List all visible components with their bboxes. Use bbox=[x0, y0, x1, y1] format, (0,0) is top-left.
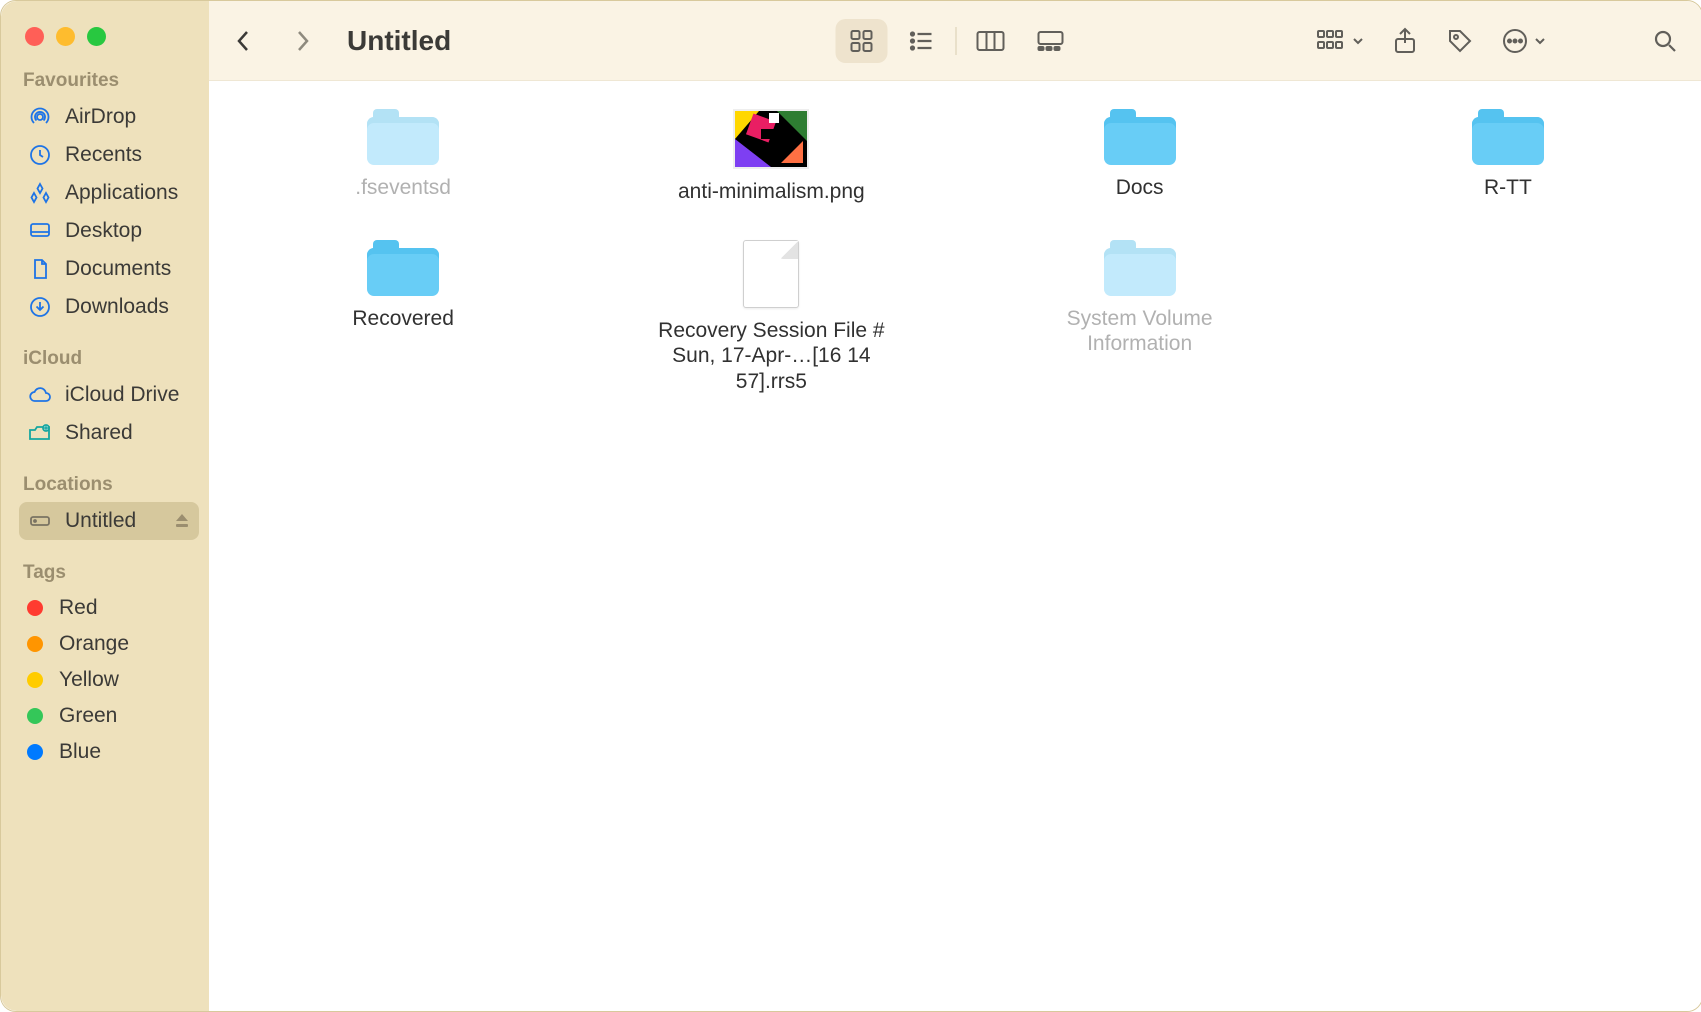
gallery-view-button[interactable] bbox=[1024, 19, 1076, 63]
section-favourites-label: Favourites bbox=[23, 70, 199, 92]
sidebar-item-label: AirDrop bbox=[65, 105, 136, 129]
folder-icon bbox=[367, 109, 439, 165]
forward-button[interactable] bbox=[283, 22, 321, 60]
back-button[interactable] bbox=[225, 22, 263, 60]
section-icloud-label: iCloud bbox=[23, 348, 199, 370]
group-by-button[interactable] bbox=[1316, 19, 1364, 63]
sidebar-item-recents[interactable]: Recents bbox=[19, 136, 199, 174]
toolbar-left: Untitled bbox=[225, 22, 451, 60]
file-name: R-TT bbox=[1484, 175, 1532, 200]
tag-label: Yellow bbox=[59, 668, 119, 692]
column-view-button[interactable] bbox=[964, 19, 1016, 63]
sidebar-item-shared[interactable]: Shared bbox=[19, 414, 199, 452]
finder-window: Favourites AirDrop Recents Applications … bbox=[0, 0, 1701, 1012]
file-name: Recovered bbox=[352, 306, 454, 331]
file-item[interactable]: anti-minimalism.png bbox=[587, 109, 955, 204]
sidebar-item-label: Untitled bbox=[65, 509, 136, 533]
icon-grid: .fseventsd anti-minimalism.png Docs bbox=[219, 109, 1692, 394]
file-name: .fseventsd bbox=[355, 175, 451, 200]
section-tags-label: Tags bbox=[23, 562, 199, 584]
tag-dot-icon bbox=[27, 708, 43, 724]
list-view-button[interactable] bbox=[895, 19, 947, 63]
file-item[interactable]: System Volume Information bbox=[956, 240, 1324, 394]
drive-icon bbox=[27, 508, 53, 534]
document-file-icon bbox=[743, 240, 799, 308]
airdrop-icon bbox=[27, 104, 53, 130]
clock-icon bbox=[27, 142, 53, 168]
sidebar: Favourites AirDrop Recents Applications … bbox=[1, 1, 209, 1011]
sidebar-item-documents[interactable]: Documents bbox=[19, 250, 199, 288]
window-title: Untitled bbox=[347, 25, 451, 57]
sidebar-item-label: Desktop bbox=[65, 219, 142, 243]
share-button[interactable] bbox=[1392, 19, 1418, 63]
tag-label: Orange bbox=[59, 632, 129, 656]
folder-icon bbox=[1472, 109, 1544, 165]
tag-dot-icon bbox=[27, 600, 43, 616]
tag-label: Red bbox=[59, 596, 98, 620]
image-thumbnail-icon bbox=[733, 109, 809, 169]
tag-dot-icon bbox=[27, 636, 43, 652]
desktop-icon bbox=[27, 218, 53, 244]
chevron-down-icon bbox=[1352, 35, 1364, 47]
content-area[interactable]: .fseventsd anti-minimalism.png Docs bbox=[209, 81, 1701, 1011]
separator bbox=[955, 27, 956, 55]
sidebar-item-label: Recents bbox=[65, 143, 142, 167]
file-name: System Volume Information bbox=[1020, 306, 1260, 356]
tag-dot-icon bbox=[27, 672, 43, 688]
sidebar-item-airdrop[interactable]: AirDrop bbox=[19, 98, 199, 136]
section-locations-label: Locations bbox=[23, 474, 199, 496]
file-item[interactable]: Docs bbox=[956, 109, 1324, 204]
tag-dot-icon bbox=[27, 744, 43, 760]
chevron-down-icon bbox=[1534, 35, 1546, 47]
file-item[interactable]: R-TT bbox=[1324, 109, 1692, 204]
tag-yellow[interactable]: Yellow bbox=[19, 662, 199, 698]
toolbar: Untitled bbox=[209, 1, 1701, 81]
sidebar-item-label: iCloud Drive bbox=[65, 383, 179, 407]
sidebar-item-desktop[interactable]: Desktop bbox=[19, 212, 199, 250]
zoom-window[interactable] bbox=[87, 27, 106, 46]
eject-icon[interactable] bbox=[173, 512, 191, 530]
folder-icon bbox=[367, 240, 439, 296]
sidebar-item-label: Documents bbox=[65, 257, 171, 281]
sidebar-item-label: Downloads bbox=[65, 295, 169, 319]
file-name: anti-minimalism.png bbox=[678, 179, 865, 204]
tag-label: Blue bbox=[59, 740, 101, 764]
file-item[interactable]: .fseventsd bbox=[219, 109, 587, 204]
cloud-icon bbox=[27, 382, 53, 408]
minimize-window[interactable] bbox=[56, 27, 75, 46]
tag-label: Green bbox=[59, 704, 117, 728]
tag-green[interactable]: Green bbox=[19, 698, 199, 734]
view-switcher bbox=[831, 19, 1080, 63]
folder-icon bbox=[1104, 240, 1176, 296]
file-item[interactable]: Recovered bbox=[219, 240, 587, 394]
tags-button[interactable] bbox=[1446, 19, 1474, 63]
sidebar-item-label: Applications bbox=[65, 181, 178, 205]
document-icon bbox=[27, 256, 53, 282]
tag-blue[interactable]: Blue bbox=[19, 734, 199, 770]
folder-icon bbox=[1104, 109, 1176, 165]
sidebar-item-untitled[interactable]: Untitled bbox=[19, 502, 199, 540]
action-menu-button[interactable] bbox=[1502, 19, 1546, 63]
file-name: Docs bbox=[1116, 175, 1164, 200]
sidebar-item-label: Shared bbox=[65, 421, 133, 445]
sidebar-item-downloads[interactable]: Downloads bbox=[19, 288, 199, 326]
sidebar-item-applications[interactable]: Applications bbox=[19, 174, 199, 212]
tag-red[interactable]: Red bbox=[19, 590, 199, 626]
window-controls bbox=[25, 27, 199, 46]
icon-view-button[interactable] bbox=[835, 19, 887, 63]
apps-icon bbox=[27, 180, 53, 206]
tag-orange[interactable]: Orange bbox=[19, 626, 199, 662]
toolbar-right bbox=[1316, 19, 1686, 63]
shared-icon bbox=[27, 420, 53, 446]
downloads-icon bbox=[27, 294, 53, 320]
file-name: Recovery Session File # Sun, 17-Apr-…[16… bbox=[651, 318, 891, 394]
search-button[interactable] bbox=[1652, 19, 1678, 63]
sidebar-item-icloud-drive[interactable]: iCloud Drive bbox=[19, 376, 199, 414]
file-item[interactable]: Recovery Session File # Sun, 17-Apr-…[16… bbox=[587, 240, 955, 394]
close-window[interactable] bbox=[25, 27, 44, 46]
